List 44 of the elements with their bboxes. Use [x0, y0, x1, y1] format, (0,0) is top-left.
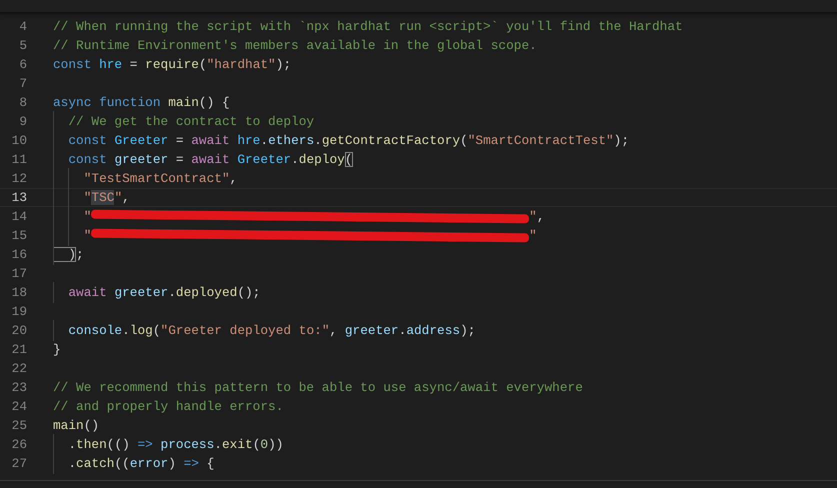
- code-line: .catch((error) => {: [53, 454, 214, 472]
- code-line: " ",: [53, 208, 544, 224]
- line-number: 5: [18, 38, 27, 52]
- line-number: 4: [18, 18, 27, 34]
- line-number: 11: [10, 152, 27, 166]
- line-number: 10: [10, 132, 27, 148]
- line-number: 22: [10, 360, 27, 376]
- code-line: main(): [53, 416, 100, 434]
- code-line: // Runtime Environment's members available in the global scope.: [53, 36, 537, 54]
- line-number: 12: [10, 170, 27, 186]
- code-line: console.log("Greeter deployed to:", greeter.address);: [53, 322, 476, 338]
- line-number: 18: [10, 284, 27, 300]
- code-line: await greeter.deployed();: [53, 284, 260, 300]
- line-number: 23: [10, 380, 27, 394]
- code-line: .then(() => process.exit(0)): [53, 436, 284, 452]
- line-number: 7: [18, 76, 27, 90]
- line-number: 8: [18, 94, 27, 110]
- code-line: const greeter = await Greeter.deploy(: [53, 150, 353, 168]
- line-number: 17: [10, 266, 27, 280]
- line-number: 6: [18, 56, 27, 72]
- code-line: "TestSmartContract",: [53, 170, 238, 186]
- code-line: // and properly handle errors.: [53, 398, 284, 414]
- code-line: " ": [53, 226, 537, 244]
- line-number: 26: [10, 436, 27, 452]
- line-number: 27: [10, 456, 27, 470]
- code-line: }: [53, 340, 61, 358]
- line-number: 16: [10, 246, 27, 262]
- code-line: // When running the script with `npx hardhat run <script>` you'll find the Hardhat: [53, 18, 683, 34]
- code-line: async function main() {: [53, 94, 230, 110]
- line-number: 24: [10, 398, 27, 414]
- code-line: const Greeter = await hre.ethers.getContractFactory("SmartContractTest");: [53, 132, 630, 148]
- line-number: 15: [10, 228, 27, 242]
- code-line: // We recommend this pattern to be able to use async/await everywhere: [53, 378, 583, 396]
- code-line: "TSC",: [53, 188, 130, 206]
- code-line: const hre = require("hardhat");: [53, 56, 292, 72]
- code-line: // We get the contract to deploy: [53, 112, 314, 130]
- line-number: 19: [10, 304, 27, 318]
- line-number: 9: [18, 114, 27, 128]
- line-number: 20: [10, 322, 27, 338]
- line-number: 25: [10, 418, 27, 432]
- code-line: );: [53, 246, 84, 262]
- line-number: 14: [10, 208, 27, 224]
- line-number: 13: [10, 190, 27, 204]
- line-number: 21: [10, 342, 27, 356]
